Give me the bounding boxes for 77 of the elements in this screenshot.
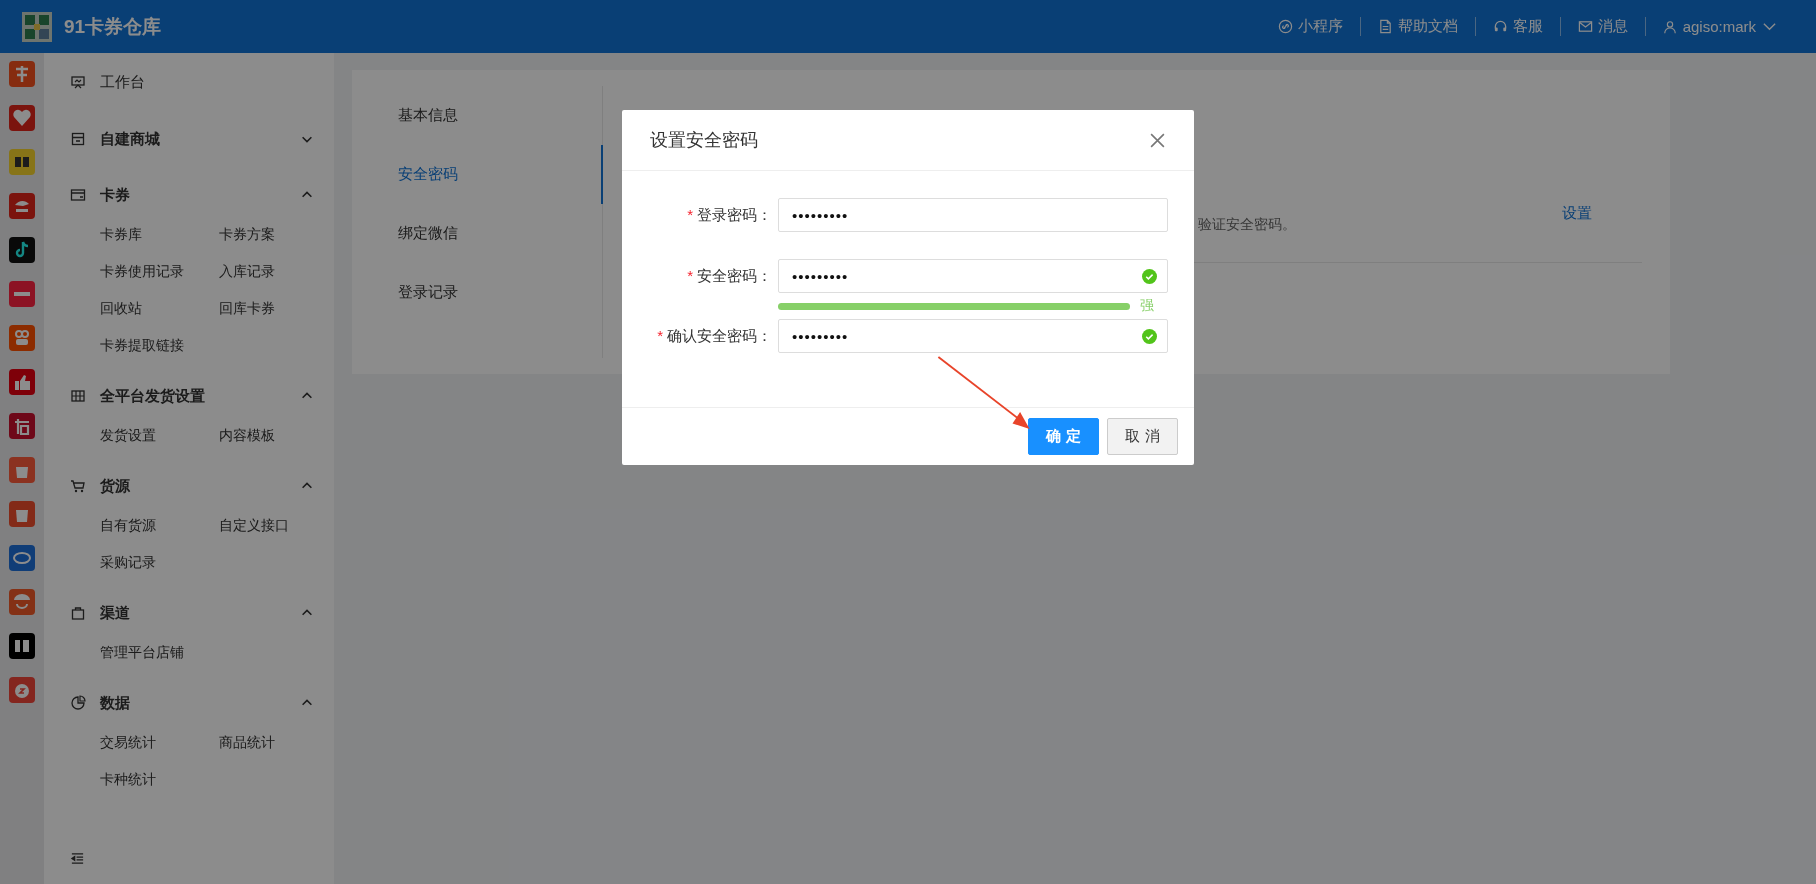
- menu-section[interactable]: 工作台: [100, 72, 314, 92]
- set-link[interactable]: 设置: [1562, 204, 1592, 223]
- platform-icon[interactable]: [9, 413, 35, 439]
- menu-item[interactable]: 入库记录: [219, 259, 338, 283]
- settings-tab[interactable]: 安全密码: [352, 145, 603, 204]
- menu-item[interactable]: 卡券提取链接: [100, 333, 219, 357]
- user-icon: [1662, 19, 1677, 34]
- store-icon: [70, 131, 86, 147]
- field-label: 确认安全密码：: [667, 326, 772, 344]
- card-icon: [70, 187, 86, 203]
- password-field[interactable]: •••••••••: [778, 259, 1168, 293]
- menu-item[interactable]: 自有货源: [100, 513, 219, 537]
- mail-icon: [1577, 19, 1593, 34]
- link-icon: [1277, 19, 1293, 34]
- pie-chart-icon: [70, 695, 86, 711]
- platform-icon[interactable]: [9, 501, 35, 527]
- menu-item[interactable]: 自定义接口: [219, 513, 338, 537]
- platform-icon[interactable]: [9, 369, 35, 395]
- platform-icon[interactable]: [9, 105, 35, 131]
- platform-icon[interactable]: [9, 149, 35, 175]
- close-icon[interactable]: [1149, 131, 1166, 149]
- headset-icon: [1492, 19, 1508, 34]
- menu-item[interactable]: 采购记录: [100, 550, 219, 574]
- confirm-button[interactable]: 确 定: [1028, 418, 1099, 455]
- required-mark: *: [687, 266, 693, 284]
- header-link[interactable]: 小程序: [1260, 17, 1361, 36]
- dialog-title: 设置安全密码: [650, 129, 758, 152]
- menu-item[interactable]: 卡券库: [100, 222, 219, 246]
- platform-icon[interactable]: [9, 61, 35, 87]
- menu-item[interactable]: 内容模板: [219, 423, 338, 447]
- password-field[interactable]: •••••••••: [778, 319, 1168, 353]
- menu-section[interactable]: 数据: [100, 693, 286, 713]
- field-label: 登录密码：: [697, 205, 772, 223]
- platform-icon[interactable]: [9, 281, 35, 307]
- header-link[interactable]: 消息: [1560, 17, 1646, 36]
- platform-icon[interactable]: [9, 545, 35, 571]
- field-label: 安全密码：: [697, 266, 772, 284]
- platform-icon[interactable]: [9, 589, 35, 615]
- header-link[interactable]: 客服: [1475, 17, 1561, 36]
- platform-icon[interactable]: [9, 237, 35, 263]
- menu-item[interactable]: 管理平台店铺: [100, 640, 219, 664]
- required-mark: *: [687, 205, 693, 223]
- settings-tab[interactable]: 基本信息: [352, 86, 603, 145]
- document-icon: [1377, 19, 1393, 34]
- monitor-icon: [70, 74, 86, 90]
- menu-item[interactable]: 回收站: [100, 296, 219, 320]
- hint-text: 验证安全密码。: [1198, 216, 1296, 234]
- password-field[interactable]: •••••••••: [778, 198, 1168, 232]
- grid-icon: [70, 388, 86, 404]
- bag-icon: [70, 605, 86, 621]
- platform-icon[interactable]: [9, 677, 35, 703]
- menu-item[interactable]: 发货设置: [100, 423, 219, 447]
- user-menu[interactable]: agiso:mark: [1645, 18, 1794, 35]
- platform-icon[interactable]: [9, 325, 35, 351]
- settings-tab[interactable]: 绑定微信: [352, 204, 603, 263]
- strength-label: 强: [1140, 297, 1155, 315]
- menu-item[interactable]: 商品统计: [219, 730, 338, 754]
- menu-section[interactable]: 自建商城: [100, 129, 286, 149]
- menu-section[interactable]: 全平台发货设置: [100, 386, 286, 406]
- menu-item[interactable]: 卡券方案: [219, 222, 338, 246]
- platform-icon[interactable]: [9, 633, 35, 659]
- required-mark: *: [657, 326, 663, 344]
- menu-item[interactable]: 回库卡券: [219, 296, 338, 320]
- menu-item[interactable]: 卡券使用记录: [100, 259, 219, 283]
- platform-icon[interactable]: [9, 193, 35, 219]
- collapse-icon[interactable]: [70, 851, 85, 866]
- cart-icon: [70, 478, 86, 494]
- menu-section[interactable]: 渠道: [100, 603, 286, 623]
- cancel-button[interactable]: 取 消: [1107, 418, 1178, 455]
- settings-tab[interactable]: 登录记录: [352, 263, 603, 322]
- menu-item[interactable]: 卡种统计: [100, 767, 219, 791]
- header-link[interactable]: 帮助文档: [1360, 17, 1476, 36]
- logo-icon: [22, 11, 52, 42]
- menu-item[interactable]: 交易统计: [100, 730, 219, 754]
- menu-section[interactable]: 货源: [100, 476, 286, 496]
- menu-section[interactable]: 卡券: [100, 185, 286, 205]
- app-title: 91卡券仓库: [64, 14, 162, 39]
